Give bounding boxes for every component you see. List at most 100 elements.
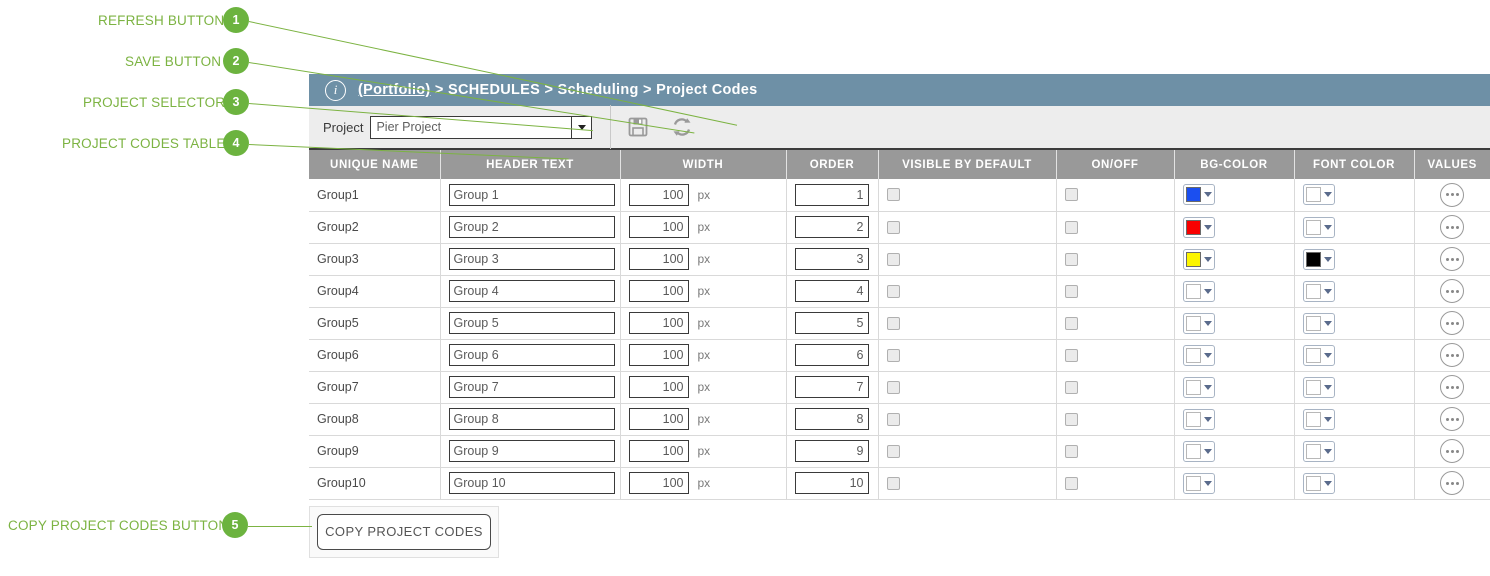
width-input[interactable]	[629, 280, 689, 302]
ellipsis-icon[interactable]	[1440, 471, 1464, 495]
order-input[interactable]	[795, 216, 869, 238]
onoff-checkbox[interactable]	[1065, 445, 1078, 458]
onoff-checkbox[interactable]	[1065, 188, 1078, 201]
font-color-picker[interactable]	[1303, 217, 1335, 238]
ellipsis-icon[interactable]	[1440, 183, 1464, 207]
order-input[interactable]	[795, 408, 869, 430]
width-input[interactable]	[629, 440, 689, 462]
annotation-badge-2: 2	[223, 48, 249, 74]
header-text-input[interactable]	[449, 248, 615, 270]
order-input[interactable]	[795, 376, 869, 398]
font-color-picker[interactable]	[1303, 377, 1335, 398]
order-input[interactable]	[795, 280, 869, 302]
order-input[interactable]	[795, 440, 869, 462]
header-text-input[interactable]	[449, 344, 615, 366]
width-input[interactable]	[629, 184, 689, 206]
visible-by-default-checkbox[interactable]	[887, 253, 900, 266]
bg-color-picker[interactable]	[1183, 345, 1215, 366]
bg-color-picker[interactable]	[1183, 249, 1215, 270]
cell-font-color	[1294, 307, 1414, 339]
font-color-picker[interactable]	[1303, 473, 1335, 494]
header-text-input[interactable]	[449, 216, 615, 238]
width-input[interactable]	[629, 344, 689, 366]
annotation-badge-5: 5	[222, 512, 248, 538]
bg-color-picker[interactable]	[1183, 441, 1215, 462]
bg-color-picker[interactable]	[1183, 184, 1215, 205]
bg-color-picker[interactable]	[1183, 473, 1215, 494]
column-header-order[interactable]: ORDER	[786, 150, 878, 179]
order-input[interactable]	[795, 312, 869, 334]
column-header-font-color[interactable]: FONT COLOR	[1294, 150, 1414, 179]
visible-by-default-checkbox[interactable]	[887, 317, 900, 330]
width-unit-label: px	[698, 412, 711, 426]
font-color-picker[interactable]	[1303, 409, 1335, 430]
ellipsis-icon[interactable]	[1440, 407, 1464, 431]
annotation-label-4: PROJECT CODES TABLE	[62, 136, 215, 151]
font-color-picker[interactable]	[1303, 441, 1335, 462]
font-color-picker[interactable]	[1303, 281, 1335, 302]
order-input[interactable]	[795, 472, 869, 494]
project-select-arrow[interactable]	[571, 117, 591, 138]
ellipsis-icon[interactable]	[1440, 343, 1464, 367]
ellipsis-icon[interactable]	[1440, 311, 1464, 335]
column-header-on-off[interactable]: ON/OFF	[1056, 150, 1174, 179]
save-button[interactable]	[621, 110, 655, 144]
header-text-input[interactable]	[449, 280, 615, 302]
column-header-values[interactable]: VALUES	[1414, 150, 1490, 179]
visible-by-default-checkbox[interactable]	[887, 221, 900, 234]
visible-by-default-checkbox[interactable]	[887, 477, 900, 490]
column-header-visible-by-default[interactable]: VISIBLE BY DEFAULT	[878, 150, 1056, 179]
font-color-picker[interactable]	[1303, 313, 1335, 334]
color-swatch	[1186, 348, 1201, 363]
font-color-picker[interactable]	[1303, 184, 1335, 205]
width-input[interactable]	[629, 376, 689, 398]
header-text-input[interactable]	[449, 312, 615, 334]
column-header-bg-color[interactable]: BG-COLOR	[1174, 150, 1294, 179]
onoff-checkbox[interactable]	[1065, 221, 1078, 234]
width-input[interactable]	[629, 472, 689, 494]
header-text-input[interactable]	[449, 376, 615, 398]
column-header-width[interactable]: WIDTH	[620, 150, 786, 179]
onoff-checkbox[interactable]	[1065, 477, 1078, 490]
ellipsis-icon[interactable]	[1440, 247, 1464, 271]
bg-color-picker[interactable]	[1183, 409, 1215, 430]
header-text-input[interactable]	[449, 408, 615, 430]
ellipsis-icon[interactable]	[1440, 215, 1464, 239]
bg-color-picker[interactable]	[1183, 281, 1215, 302]
order-input[interactable]	[795, 248, 869, 270]
onoff-checkbox[interactable]	[1065, 285, 1078, 298]
visible-by-default-checkbox[interactable]	[887, 381, 900, 394]
onoff-checkbox[interactable]	[1065, 317, 1078, 330]
onoff-checkbox[interactable]	[1065, 253, 1078, 266]
breadcrumb-bar: i (Portfolio) > SCHEDULES > Scheduling >…	[309, 74, 1490, 106]
width-input[interactable]	[629, 408, 689, 430]
cell-header-text	[440, 371, 620, 403]
project-codes-table: UNIQUE NAMEHEADER TEXTWIDTHORDERVISIBLE …	[309, 150, 1490, 500]
header-text-input[interactable]	[449, 440, 615, 462]
onoff-checkbox[interactable]	[1065, 349, 1078, 362]
onoff-checkbox[interactable]	[1065, 413, 1078, 426]
width-input[interactable]	[629, 312, 689, 334]
ellipsis-icon[interactable]	[1440, 375, 1464, 399]
copy-project-codes-button[interactable]: COPY PROJECT CODES	[317, 514, 491, 550]
bg-color-picker[interactable]	[1183, 313, 1215, 334]
font-color-picker[interactable]	[1303, 249, 1335, 270]
onoff-checkbox[interactable]	[1065, 381, 1078, 394]
visible-by-default-checkbox[interactable]	[887, 188, 900, 201]
ellipsis-icon[interactable]	[1440, 439, 1464, 463]
width-input[interactable]	[629, 248, 689, 270]
ellipsis-icon[interactable]	[1440, 279, 1464, 303]
column-header-unique-name[interactable]: UNIQUE NAME	[309, 150, 440, 179]
order-input[interactable]	[795, 344, 869, 366]
visible-by-default-checkbox[interactable]	[887, 285, 900, 298]
width-input[interactable]	[629, 216, 689, 238]
bg-color-picker[interactable]	[1183, 217, 1215, 238]
visible-by-default-checkbox[interactable]	[887, 445, 900, 458]
visible-by-default-checkbox[interactable]	[887, 413, 900, 426]
bg-color-picker[interactable]	[1183, 377, 1215, 398]
visible-by-default-checkbox[interactable]	[887, 349, 900, 362]
header-text-input[interactable]	[449, 472, 615, 494]
order-input[interactable]	[795, 184, 869, 206]
font-color-picker[interactable]	[1303, 345, 1335, 366]
header-text-input[interactable]	[449, 184, 615, 206]
